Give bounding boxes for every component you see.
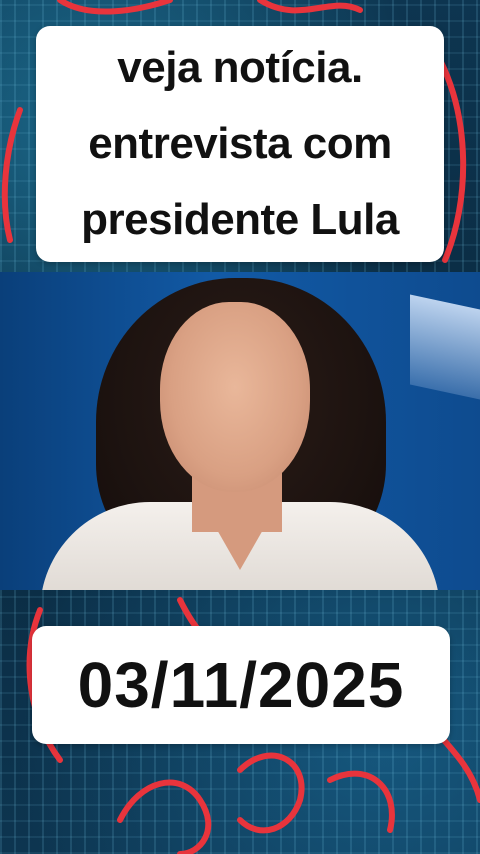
headline-line-1: veja notícia. [117,43,363,92]
headline-line-2: entrevista com [88,119,392,168]
video-clip [0,272,480,590]
video-frame: veja notícia. entrevista com presidente … [0,0,480,854]
studio-light [410,294,480,400]
date-caption: 03/11/2025 [32,626,450,744]
headline-line-3: presidente Lula [81,195,399,244]
headline-caption: veja notícia. entrevista com presidente … [36,26,444,262]
news-anchor-face [160,302,310,492]
